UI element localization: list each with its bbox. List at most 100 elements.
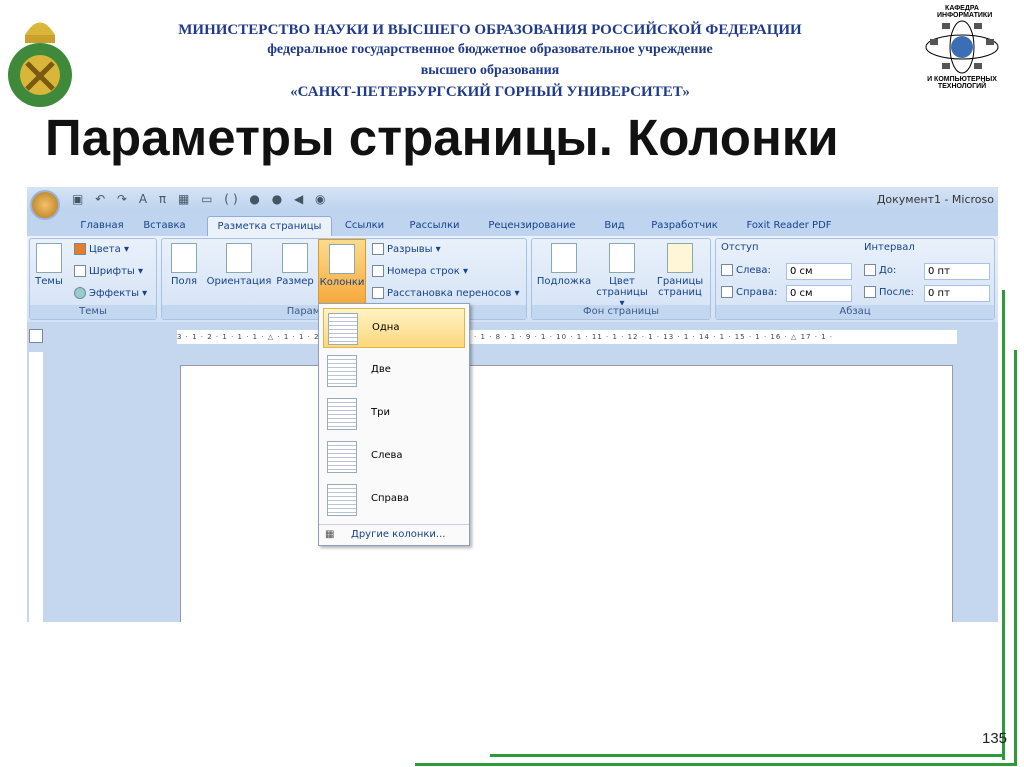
group-themes: Темы Цвета ▾ Шрифты ▾ Эффекты ▾ Темы [29, 238, 157, 320]
ministry-line: МИНИСТЕРСТВО НАУКИ И ВЫСШЕГО ОБРАЗОВАНИЯ… [178, 22, 802, 38]
watermark-icon [551, 243, 577, 273]
themes-icon [36, 243, 62, 273]
tab-view[interactable]: Вид [597, 216, 632, 236]
indent-right-input[interactable]: 0 см [786, 285, 852, 302]
page-borders-icon [667, 243, 693, 273]
line-numbers-button[interactable]: Номера строк ▾ [372, 265, 468, 277]
spacing-heading: Интервал [864, 242, 915, 253]
title-bar: ▣ ↶ ↷ A π ▦ ▭ () ● ● ◀ ◉ Документ1 - Mic… [27, 187, 998, 212]
colors-label: Цвета ▾ [89, 244, 129, 255]
window-title: Документ1 - Microso [876, 193, 994, 206]
page-borders-button[interactable]: Границы страниц [652, 243, 708, 298]
option-label: Справа [371, 493, 410, 504]
tab-insert[interactable]: Вставка [137, 216, 192, 236]
vertical-ruler[interactable] [29, 352, 43, 622]
group-label-themes: Темы [30, 305, 156, 319]
department-logo-top: КАФЕДРА ИНФОРМАТИКИ [937, 5, 993, 19]
effects-button[interactable]: Эффекты ▾ [74, 287, 147, 299]
spacing-after-text: После: [879, 287, 915, 298]
document-page[interactable] [180, 365, 953, 622]
group-label-page-background: Фон страницы [532, 305, 710, 319]
fonts-icon [74, 265, 86, 277]
margins-label: Поля [170, 276, 198, 287]
breaks-icon [372, 243, 384, 255]
columns-icon [329, 244, 355, 274]
tab-home[interactable]: Главная [72, 216, 132, 236]
indent-left-label: Слева: [721, 264, 771, 276]
word-window: ▣ ↶ ↷ A π ▦ ▭ () ● ● ◀ ◉ Документ1 - Mic… [27, 187, 998, 622]
quick-access-toolbar[interactable]: ▣ ↶ ↷ A π ▦ ▭ () ● ● ◀ ◉ [72, 192, 330, 206]
department-logo-bottom: И КОМПЬЮТЕРНЫХ ТЕХНОЛОГИЙ [927, 76, 997, 90]
orientation-icon [226, 243, 252, 273]
page-color-button[interactable]: Цвет страницы ▾ [594, 243, 650, 309]
ribbon: Темы Цвета ▾ Шрифты ▾ Эффекты ▾ Темы Пол… [27, 236, 998, 322]
line-numbers-icon [372, 265, 384, 277]
page-borders-label: Границы страниц [656, 276, 704, 298]
office-button[interactable] [30, 190, 60, 220]
indent-left-icon [721, 264, 733, 276]
more-columns-icon: ▦ [325, 529, 335, 540]
size-button[interactable]: Размер [274, 243, 316, 287]
columns-option-two[interactable]: Две [323, 351, 465, 391]
indent-right-text: Справа: [736, 287, 778, 298]
institution-type: федеральное государственное бюджетное об… [267, 42, 713, 57]
hyphenation-button[interactable]: Расстановка переносов ▾ [372, 287, 520, 299]
columns-option-left[interactable]: Слева [323, 437, 465, 477]
option-label: Одна [372, 322, 400, 333]
spacing-after-icon [864, 286, 876, 298]
tab-page-layout[interactable]: Разметка страницы [207, 216, 332, 236]
spacing-before-label: До: [864, 264, 896, 276]
columns-dropdown: Одна Две Три Слева Справа ▦ Другие колонк… [318, 303, 470, 546]
group-page-background: Подложка Цвет страницы ▾ Границы страниц… [531, 238, 711, 320]
indent-left-text: Слева: [736, 265, 771, 276]
hyphenation-label: Расстановка переносов ▾ [387, 288, 520, 299]
fonts-button[interactable]: Шрифты ▾ [74, 265, 143, 277]
spacing-before-icon [864, 264, 876, 276]
columns-option-one[interactable]: Одна [323, 308, 465, 348]
decor-line [415, 763, 1017, 766]
left-column-icon [327, 441, 357, 473]
university-emblem [5, 5, 75, 110]
watermark-button[interactable]: Подложка [536, 243, 592, 287]
tab-review[interactable]: Рецензирование [482, 216, 582, 236]
ribbon-tabs: Главная Вставка Разметка страницы Ссылки… [27, 212, 998, 236]
margins-button[interactable]: Поля [166, 243, 202, 287]
margins-icon [171, 243, 197, 273]
orientation-button[interactable]: Ориентация [206, 243, 272, 287]
tab-selector[interactable] [29, 329, 43, 343]
indent-left-input[interactable]: 0 см [786, 263, 852, 280]
orientation-label: Ориентация [206, 276, 272, 287]
department-logo: КАФЕДРА ИНФОРМАТИКИ И КОМПЬЮТЕРНЫХ ТЕХНО… [912, 5, 1012, 110]
option-label: Две [371, 364, 391, 375]
themes-button[interactable]: Темы [34, 243, 64, 287]
columns-option-three[interactable]: Три [323, 394, 465, 434]
spacing-before-input[interactable]: 0 пт [924, 263, 990, 280]
indent-right-icon [721, 286, 733, 298]
colors-icon [74, 243, 86, 255]
effects-label: Эффекты ▾ [89, 288, 148, 299]
decor-line [1014, 350, 1017, 765]
option-label: Слева [371, 450, 403, 461]
tab-references[interactable]: Ссылки [337, 216, 392, 236]
indent-right-label: Справа: [721, 286, 777, 298]
spacing-after-input[interactable]: 0 пт [924, 285, 990, 302]
three-columns-icon [327, 398, 357, 430]
decor-line [1002, 290, 1005, 760]
effects-icon [74, 287, 86, 299]
colors-button[interactable]: Цвета ▾ [74, 243, 129, 255]
more-columns-item[interactable]: ▦ Другие колонки... [319, 524, 469, 544]
right-column-icon [327, 484, 357, 516]
page-color-icon [609, 243, 635, 273]
columns-option-right[interactable]: Справа [323, 480, 465, 520]
page-number: 135 [982, 730, 1008, 747]
fonts-label: Шрифты ▾ [89, 266, 144, 277]
columns-button[interactable]: Колонки [318, 239, 366, 305]
breaks-button[interactable]: Разрывы ▾ [372, 243, 441, 255]
horizontal-ruler[interactable]: 3 · 1 · 2 · 1 · 1 · 1 · △ · 1 · 1 · 2 · … [177, 330, 957, 344]
columns-label: Колонки [319, 277, 365, 288]
education-level: высшего образования [420, 63, 560, 78]
tab-foxit[interactable]: Foxit Reader PDF [739, 216, 839, 236]
tab-mailings[interactable]: Рассылки [402, 216, 467, 236]
size-label: Размер [276, 276, 314, 287]
tab-developer[interactable]: Разработчик [642, 216, 727, 236]
